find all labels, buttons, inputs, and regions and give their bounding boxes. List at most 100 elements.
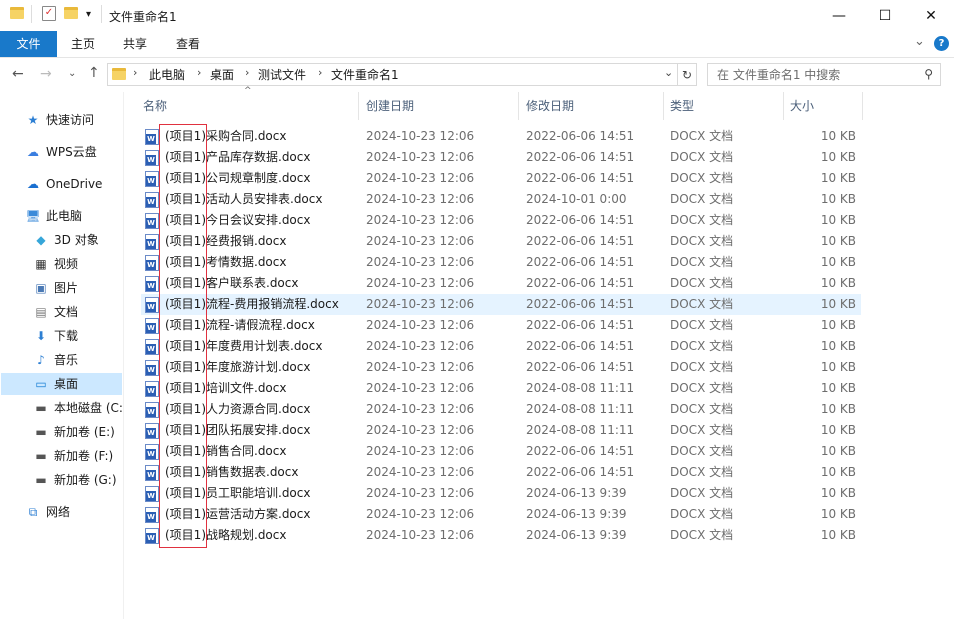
tab-view[interactable]: 查看 xyxy=(167,31,209,57)
file-row[interactable]: (项目1)经费报销.docx2024-10-23 12:062022-06-06… xyxy=(141,231,861,252)
nav-item-music[interactable]: ♪ 音乐 xyxy=(33,349,78,371)
nav-item-documents[interactable]: ▤ 文档 xyxy=(33,301,78,323)
file-row[interactable]: (项目1)公司规章制度.docx2024-10-23 12:062022-06-… xyxy=(141,168,861,189)
help-icon[interactable]: ? xyxy=(934,36,949,51)
file-size: 10 KB xyxy=(820,486,856,500)
word-document-icon xyxy=(145,402,159,418)
close-button[interactable]: ✕ xyxy=(908,0,954,31)
file-row[interactable]: (项目1)团队拓展安排.docx2024-10-23 12:062024-08-… xyxy=(141,420,861,441)
properties-icon[interactable]: ✓ xyxy=(42,6,56,21)
column-header-name[interactable]: 名称 xyxy=(143,96,167,118)
nav-item-drive-c[interactable]: ▬ 本地磁盘 (C: xyxy=(33,397,123,419)
breadcrumb-desktop[interactable]: 桌面 xyxy=(210,66,234,83)
search-icon[interactable]: ⚲ xyxy=(924,67,933,81)
file-size: 10 KB xyxy=(820,129,856,143)
file-row[interactable]: (项目1)战略规划.docx2024-10-23 12:062024-06-13… xyxy=(141,525,861,546)
search-box[interactable]: ⚲ xyxy=(707,63,941,86)
new-folder-icon[interactable] xyxy=(64,7,78,19)
forward-icon[interactable]: → xyxy=(40,66,52,82)
recent-locations-icon[interactable]: ⌄ xyxy=(68,68,76,79)
file-type: DOCX 文档 xyxy=(670,234,734,248)
nav-item-3d-objects[interactable]: ◆ 3D 对象 xyxy=(33,229,98,251)
nav-item-onedrive[interactable]: ☁ OneDrive xyxy=(25,173,102,195)
breadcrumb-this-pc[interactable]: 此电脑 xyxy=(149,66,185,83)
column-divider[interactable] xyxy=(663,92,664,120)
file-row[interactable]: (项目1)活动人员安排表.docx2024-10-23 12:062024-10… xyxy=(141,189,861,210)
minimize-button[interactable]: — xyxy=(816,0,862,31)
file-row[interactable]: (项目1)考情数据.docx2024-10-23 12:062022-06-06… xyxy=(141,252,861,273)
file-created-date: 2024-10-23 12:06 xyxy=(366,507,475,521)
file-row[interactable]: (项目1)采购合同.docx2024-10-23 12:062022-06-06… xyxy=(141,126,861,147)
nav-item-desktop[interactable]: ▭ 桌面 xyxy=(1,373,122,395)
nav-item-quick-access[interactable]: ★ 快速访问 xyxy=(25,109,94,131)
file-size: 10 KB xyxy=(820,171,856,185)
file-modified-date: 2024-08-08 11:11 xyxy=(526,423,635,437)
column-header-type[interactable]: 类型 xyxy=(670,96,694,118)
chevron-right-icon[interactable]: › xyxy=(197,66,201,79)
nav-item-wps-cloud[interactable]: ☁ WPS云盘 xyxy=(25,141,97,163)
file-row[interactable]: (项目1)运营活动方案.docx2024-10-23 12:062024-06-… xyxy=(141,504,861,525)
video-icon: ▦ xyxy=(35,257,47,271)
nav-item-pictures[interactable]: ▣ 图片 xyxy=(33,277,78,299)
nav-item-drive-e[interactable]: ▬ 新加卷 (E:) xyxy=(33,421,114,443)
column-divider[interactable] xyxy=(783,92,784,120)
file-row[interactable]: (项目1)流程-请假流程.docx2024-10-23 12:062022-06… xyxy=(141,315,861,336)
column-header-created[interactable]: 创建日期 xyxy=(366,96,414,118)
nav-item-downloads[interactable]: ⬇ 下载 xyxy=(33,325,78,347)
expand-ribbon-icon[interactable]: ⌄ xyxy=(914,34,925,49)
nav-item-drive-g[interactable]: ▬ 新加卷 (G:) xyxy=(33,469,116,491)
tab-home[interactable]: 主页 xyxy=(62,31,104,57)
refresh-icon[interactable]: ↻ xyxy=(678,63,697,86)
file-type: DOCX 文档 xyxy=(670,150,734,164)
address-dropdown-icon[interactable]: ⌄ xyxy=(664,66,673,79)
search-input[interactable] xyxy=(708,64,908,85)
file-modified-date: 2024-06-13 9:39 xyxy=(526,486,627,500)
column-divider[interactable] xyxy=(862,92,863,120)
chevron-right-icon[interactable]: › xyxy=(133,66,137,79)
divider xyxy=(101,5,102,23)
breadcrumb-current-folder[interactable]: 文件重命名1 xyxy=(331,66,399,83)
file-row[interactable]: (项目1)流程-费用报销流程.docx2024-10-23 12:062022-… xyxy=(141,294,861,315)
file-size: 10 KB xyxy=(820,255,856,269)
word-document-icon xyxy=(145,255,159,271)
tab-file[interactable]: 文件 xyxy=(0,31,57,57)
column-divider[interactable] xyxy=(358,92,359,120)
file-row[interactable]: (项目1)年度费用计划表.docx2024-10-23 12:062022-06… xyxy=(141,336,861,357)
tab-share[interactable]: 共享 xyxy=(114,31,156,57)
maximize-button[interactable]: ☐ xyxy=(862,0,908,31)
file-row[interactable]: (项目1)销售合同.docx2024-10-23 12:062022-06-06… xyxy=(141,441,861,462)
quick-access-dropdown-icon[interactable]: ▾ xyxy=(86,9,91,20)
back-icon[interactable]: ← xyxy=(12,66,24,82)
file-size: 10 KB xyxy=(820,507,856,521)
file-row[interactable]: (项目1)产品库存数据.docx2024-10-23 12:062022-06-… xyxy=(141,147,861,168)
file-row[interactable]: (项目1)今日会议安排.docx2024-10-23 12:062022-06-… xyxy=(141,210,861,231)
up-icon[interactable]: ↑ xyxy=(88,65,100,81)
file-size: 10 KB xyxy=(820,276,856,290)
chevron-right-icon[interactable]: › xyxy=(318,66,322,79)
column-divider[interactable] xyxy=(518,92,519,120)
nav-item-drive-f[interactable]: ▬ 新加卷 (F:) xyxy=(33,445,113,467)
chevron-right-icon[interactable]: › xyxy=(245,66,249,79)
file-row[interactable]: (项目1)人力资源合同.docx2024-10-23 12:062024-08-… xyxy=(141,399,861,420)
nav-item-this-pc[interactable]: 🖥 此电脑 xyxy=(25,205,82,227)
file-row[interactable]: (项目1)培训文件.docx2024-10-23 12:062024-08-08… xyxy=(141,378,861,399)
nav-item-videos[interactable]: ▦ 视频 xyxy=(33,253,78,275)
word-document-icon xyxy=(145,297,159,313)
column-header-modified[interactable]: 修改日期 xyxy=(526,96,574,118)
file-created-date: 2024-10-23 12:06 xyxy=(366,465,475,479)
breadcrumb-test-files[interactable]: 测试文件 xyxy=(258,66,306,83)
file-row[interactable]: (项目1)销售数据表.docx2024-10-23 12:062022-06-0… xyxy=(141,462,861,483)
file-size: 10 KB xyxy=(820,444,856,458)
file-modified-date: 2022-06-06 14:51 xyxy=(526,339,635,353)
file-modified-date: 2022-06-06 14:51 xyxy=(526,234,635,248)
file-type: DOCX 文档 xyxy=(670,339,734,353)
file-row[interactable]: (项目1)员工职能培训.docx2024-10-23 12:062024-06-… xyxy=(141,483,861,504)
word-document-icon xyxy=(145,171,159,187)
file-row[interactable]: (项目1)客户联系表.docx2024-10-23 12:062022-06-0… xyxy=(141,273,861,294)
column-header-size[interactable]: 大小 xyxy=(790,96,814,118)
file-row[interactable]: (项目1)年度旅游计划.docx2024-10-23 12:062022-06-… xyxy=(141,357,861,378)
file-size: 10 KB xyxy=(820,234,856,248)
word-document-icon xyxy=(145,444,159,460)
file-created-date: 2024-10-23 12:06 xyxy=(366,444,475,458)
nav-item-network[interactable]: ⧉ 网络 xyxy=(25,501,70,523)
